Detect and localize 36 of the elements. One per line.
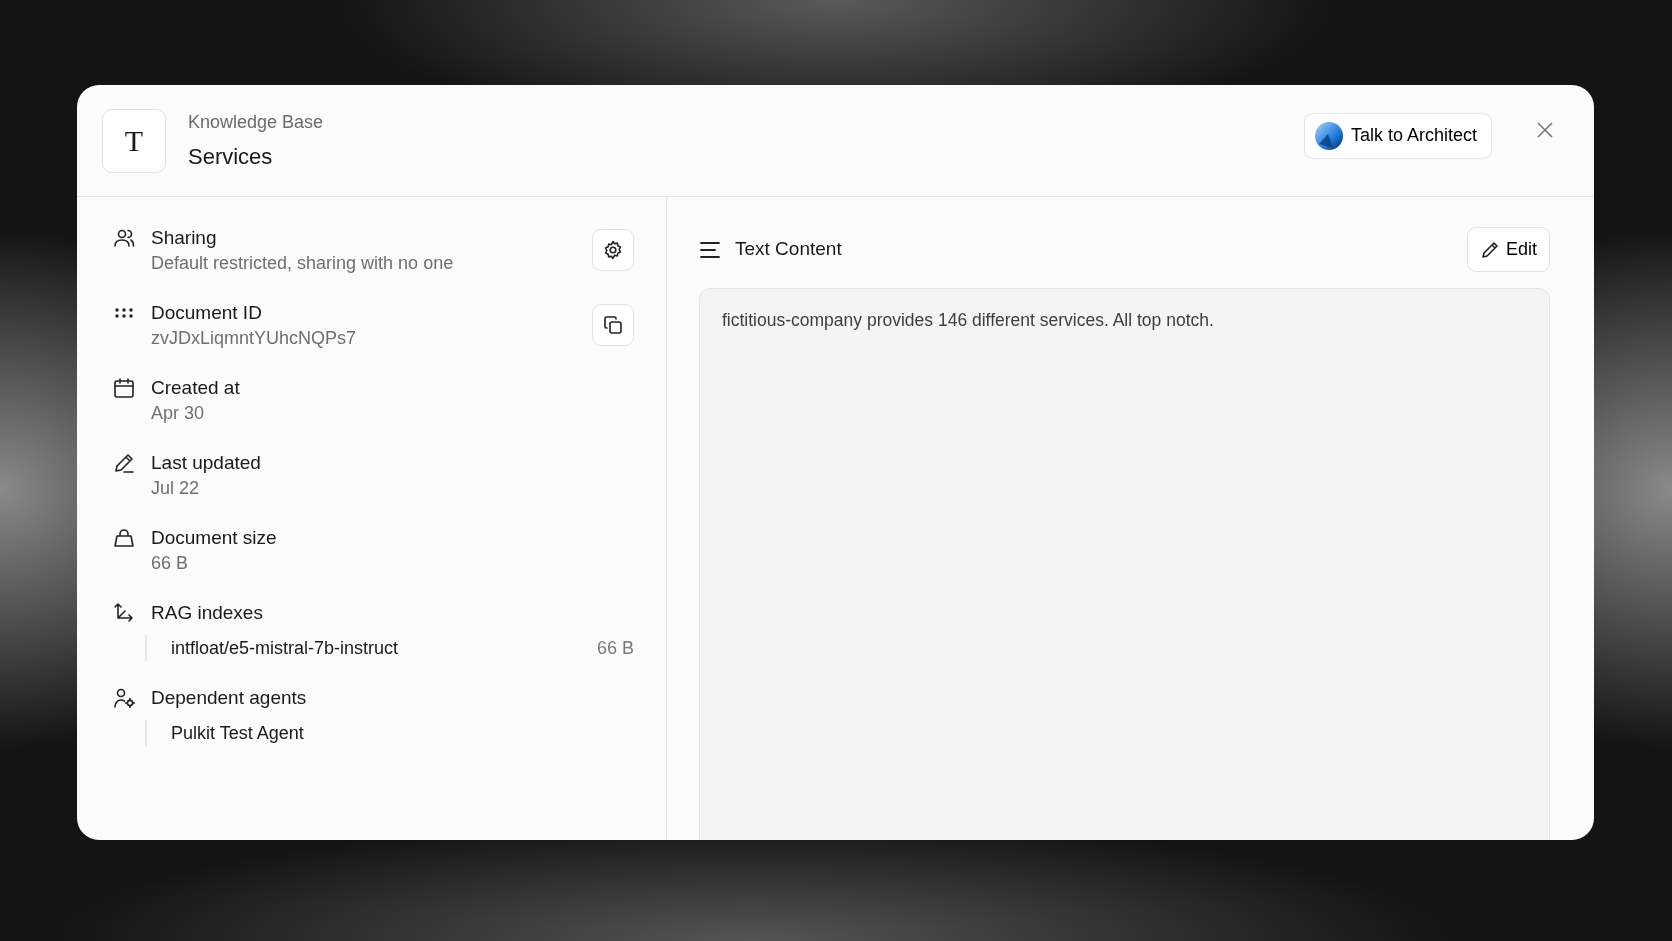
pencil-icon: [113, 452, 135, 474]
breadcrumb-label: Knowledge Base: [188, 110, 324, 134]
edit-button[interactable]: Edit: [1466, 227, 1550, 272]
detail-label: Document size: [151, 526, 278, 550]
document-title: Services: [188, 142, 274, 171]
document-type-icon: T: [102, 108, 166, 173]
detail-value: Jul 22: [151, 477, 201, 500]
orb-icon: [1314, 121, 1343, 150]
linked-item-name[interactable]: Pulkit Test Agent: [171, 720, 304, 746]
bag-icon: [113, 527, 135, 549]
linked-item-name[interactable]: intfloat/e5-mistral-7b-instruct: [171, 635, 399, 661]
detail-value: zvJDxLiqmntYUhcNQPs7: [151, 327, 358, 350]
detail-label: Document ID: [151, 301, 263, 325]
text-lines-icon: [699, 240, 721, 259]
detail-label: Dependent agents: [151, 686, 308, 710]
settings-button[interactable]: [592, 229, 634, 271]
people-icon: [113, 227, 135, 249]
detail-value: Default restricted, sharing with no one: [151, 252, 455, 275]
pencil-icon: [1479, 239, 1500, 260]
detail-value: 66 B: [151, 552, 190, 575]
calendar-icon: [113, 377, 135, 399]
detail-label: Created at: [151, 376, 241, 400]
text-content-area[interactable]: fictitious-company provides 146 different services. All top notch.: [699, 288, 1550, 840]
content-text: fictitious-company provides 146 different services. All top notch.: [722, 310, 1214, 330]
section-title: Text Content: [735, 237, 842, 262]
detail-label: Last updated: [151, 451, 262, 475]
copy-icon: [603, 315, 623, 335]
user-gear-icon: [113, 687, 135, 709]
detail-label: Sharing: [151, 226, 218, 250]
axes-icon: [113, 602, 135, 624]
item-size: 66 B: [596, 637, 634, 660]
copy-button[interactable]: [592, 304, 634, 346]
talk-to-architect-button[interactable]: Talk to Architect: [1303, 112, 1492, 159]
settings-icon: [603, 240, 623, 260]
detail-value: Apr 30: [151, 402, 206, 425]
detail-label: RAG indexes: [151, 601, 264, 625]
